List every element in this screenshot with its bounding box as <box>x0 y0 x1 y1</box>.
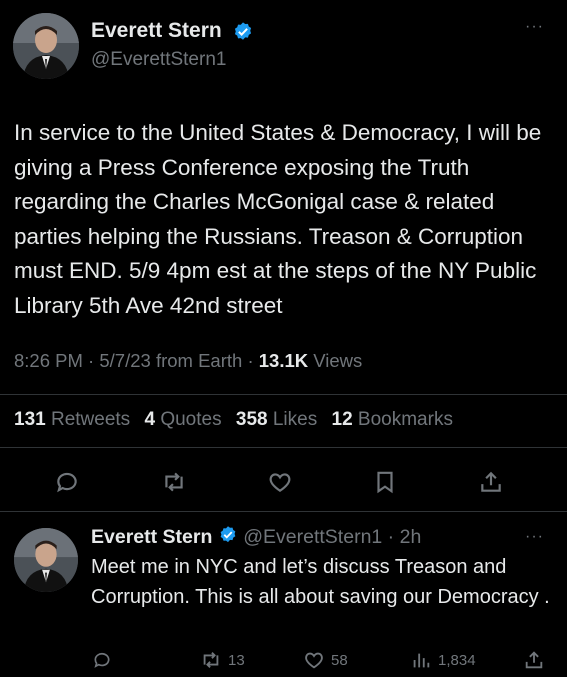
retweet-icon[interactable] <box>159 467 189 497</box>
reply-views-button[interactable]: 1,834 <box>410 648 476 672</box>
engagement-stats: 131 Retweets 4 Quotes 358 Likes 12 Bookm… <box>14 409 462 431</box>
reply-header: Everett Stern @EverettStern1 · 2h <box>91 525 421 551</box>
quotes-stat[interactable]: 4 Quotes <box>144 409 221 430</box>
tweet-source: from Earth <box>155 350 243 371</box>
views-count: 13.1K <box>258 350 309 371</box>
avatar[interactable] <box>13 13 79 79</box>
retweets-stat[interactable]: 131 Retweets <box>14 409 130 430</box>
verified-badge-icon <box>232 21 254 48</box>
divider <box>0 447 567 448</box>
avatar-photo <box>13 13 79 79</box>
views-chart-icon <box>413 653 430 668</box>
handle[interactable]: @EverettStern1 <box>91 49 226 71</box>
share-icon[interactable] <box>476 467 506 497</box>
bookmark-icon[interactable] <box>370 467 400 497</box>
verified-badge-icon <box>218 525 238 551</box>
like-icon <box>305 652 323 669</box>
reply-reply-button[interactable] <box>92 648 112 672</box>
retweets-count: 131 <box>14 409 46 430</box>
reply-handle[interactable]: @EverettStern1 <box>243 526 382 548</box>
share-icon <box>525 651 543 669</box>
retweets-label: Retweets <box>50 409 131 430</box>
reply-icon[interactable] <box>52 467 82 497</box>
retweet-icon <box>203 652 219 668</box>
reply-like-count: 58 <box>331 651 348 669</box>
tweet-time[interactable]: 8:26 PM <box>14 350 83 371</box>
reply-icon <box>94 652 110 668</box>
views-label: Views <box>313 350 363 371</box>
more-options-icon[interactable]: ··· <box>525 18 544 36</box>
bookmarks-stat[interactable]: 12 Bookmarks <box>332 409 453 430</box>
reply-views-count: 1,834 <box>438 651 476 669</box>
quotes-label: Quotes <box>160 409 222 430</box>
likes-count: 358 <box>235 409 268 430</box>
tweet-date[interactable]: 5/7/23 <box>99 350 150 371</box>
reply-retweet-count: 13 <box>228 651 245 669</box>
bookmarks-count: 12 <box>331 409 353 430</box>
reply-avatar[interactable] <box>14 528 78 592</box>
avatar-photo <box>14 528 78 592</box>
reply-time[interactable]: 2h <box>400 526 422 548</box>
tweet-text: In service to the United States & Democr… <box>14 120 542 318</box>
likes-stat[interactable]: 358 Likes <box>236 409 317 430</box>
tweet-meta: 8:26 PM · 5/7/23 from Earth · 13.1K View… <box>14 350 363 371</box>
reply-display-name[interactable]: Everett Stern <box>91 526 212 548</box>
display-name[interactable]: Everett Stern <box>91 19 222 43</box>
reply-share-button[interactable] <box>523 648 545 672</box>
likes-label: Likes <box>272 409 318 430</box>
quotes-count: 4 <box>144 409 156 430</box>
divider <box>0 394 567 395</box>
reply-more-options-icon[interactable]: ··· <box>525 528 544 546</box>
like-icon[interactable] <box>265 467 295 497</box>
reply-retweet-button[interactable]: 13 <box>200 648 245 672</box>
bookmarks-label: Bookmarks <box>357 409 453 430</box>
reply-text: Meet me in NYC and let’s discuss Treason… <box>91 556 550 608</box>
divider <box>0 511 567 512</box>
reply-like-button[interactable]: 58 <box>303 648 348 672</box>
